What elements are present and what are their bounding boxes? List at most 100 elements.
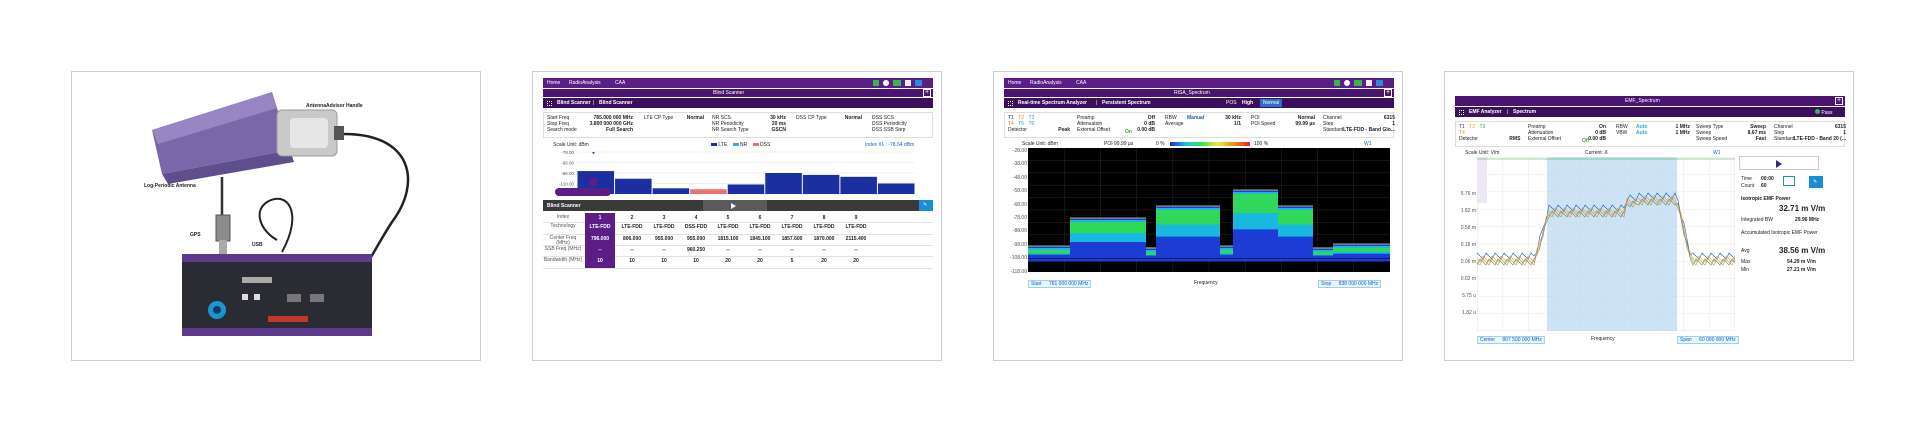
add-icon[interactable]: +	[923, 89, 931, 97]
param-row[interactable]: DSS CP Type Normal	[796, 115, 862, 121]
stop-freq-button[interactable]: Stop 838 000 000 MHz	[1318, 280, 1382, 288]
table-cell[interactable]: 20	[809, 256, 839, 268]
table-cell[interactable]: 955.000	[649, 234, 679, 245]
table-cell[interactable]: 10	[617, 256, 647, 268]
menu-grid-icon[interactable]	[1008, 101, 1013, 106]
detector-value[interactable]: RMS	[1509, 136, 1520, 142]
param-row[interactable]: External Offset 0.00 dB	[1528, 136, 1606, 142]
param-row[interactable]: NR Search Type GSCN	[712, 127, 786, 133]
param-row[interactable]: POI Speed 99.99 µs	[1251, 121, 1315, 127]
param-col-5[interactable]: DSS SCS DSS Periodicity DSS SSB Step	[872, 115, 928, 133]
breadcrumb-a[interactable]: Blind Scanner	[557, 100, 591, 106]
w1-marker[interactable]: W1	[1713, 150, 1721, 156]
marker-icon[interactable]	[592, 152, 596, 155]
menu-grid-icon[interactable]	[1459, 110, 1464, 115]
bar-3[interactable]	[652, 188, 690, 194]
table-cell[interactable]: LTE-FDD	[777, 222, 807, 234]
table-cell[interactable]: 1870.000	[809, 234, 839, 245]
table-cell[interactable]: 806.000	[617, 234, 647, 245]
display-icon[interactable]	[1783, 176, 1795, 186]
vbw-auto[interactable]: Auto	[1636, 130, 1647, 136]
bar-4[interactable]	[690, 189, 727, 194]
table-cell[interactable]: 6	[745, 213, 775, 222]
wrench-button[interactable]: ✎	[1809, 176, 1823, 188]
nav-home[interactable]: Home	[1008, 80, 1021, 86]
trace-t3[interactable]: T3	[1479, 124, 1485, 130]
table-cell[interactable]: DSS-FDD	[681, 222, 711, 234]
export-icon[interactable]	[589, 178, 597, 186]
rbw-mode[interactable]: Manual	[1187, 115, 1204, 121]
breadcrumb-b[interactable]: Spectrum	[1513, 109, 1536, 115]
param-col-4[interactable]: DSS CP Type Normal	[796, 115, 862, 121]
param-row[interactable]: VBW 1 MHz	[1616, 130, 1690, 136]
table-cell[interactable]: 10	[681, 256, 711, 268]
table-cell[interactable]: 1	[585, 213, 615, 222]
table-cell[interactable]: --	[585, 245, 615, 256]
nav-caa[interactable]: CAA	[1076, 80, 1086, 86]
bar-9[interactable]	[877, 183, 915, 195]
bar-6[interactable]	[765, 173, 802, 194]
table-cell[interactable]: 20	[745, 256, 775, 268]
breadcrumb-b[interactable]: Persistent Spectrum	[1102, 100, 1151, 106]
table-cell[interactable]: 20	[713, 256, 743, 268]
param-row[interactable]: Standard LTE-FDD - Band Glo...	[1323, 127, 1395, 133]
param-col-3[interactable]: Sweep Type Sweep Sweep 8.67 ms Sweep Speed Fa…	[1696, 124, 1766, 142]
breadcrumb-a[interactable]: EMF Analyzer	[1469, 109, 1502, 115]
param-row[interactable]: LTE CP Type Normal	[644, 115, 704, 121]
param-col-2[interactable]: RBW 1 MHz VBW 1 MHz	[1616, 124, 1690, 136]
param-row[interactable]: Sweep Speed Fast	[1696, 136, 1766, 142]
table-cell[interactable]: LTE-FDD	[617, 222, 647, 234]
table-cell[interactable]: 796.000	[585, 234, 615, 245]
w1-marker[interactable]: W1	[1364, 141, 1372, 147]
scroll-handle[interactable]	[555, 188, 611, 196]
external-offset-off[interactable]: Off	[1582, 138, 1589, 144]
table-cell[interactable]: 3	[649, 213, 679, 222]
table-cell[interactable]: 1845.100	[745, 234, 775, 245]
bar-5[interactable]	[727, 184, 765, 194]
wrench-button[interactable]: ✎	[919, 200, 933, 211]
detector-value[interactable]: Peak	[1058, 127, 1070, 133]
span-button[interactable]: Span 60 000 000 MHz	[1677, 336, 1739, 344]
table-cell[interactable]: LTE-FDD	[649, 222, 679, 234]
table-cell[interactable]: --	[745, 245, 775, 256]
table-cell[interactable]: 4	[681, 213, 711, 222]
table-cell[interactable]: 955.000	[681, 234, 711, 245]
param-col-3[interactable]: NR SCS 30 kHz NR Periodicity 20 ms NR Search…	[712, 115, 786, 133]
bar-8[interactable]	[840, 176, 877, 194]
table-cell[interactable]: --	[649, 245, 679, 256]
trace-selector[interactable]: T1 T2 T3 T4 T5 T6 Detector Peak	[1008, 115, 1070, 133]
table-cell[interactable]: 2	[617, 213, 647, 222]
bar-2[interactable]	[615, 178, 652, 194]
table-cell[interactable]: 20	[841, 256, 871, 268]
table-cell[interactable]: --	[777, 245, 807, 256]
add-icon[interactable]: +	[1835, 97, 1843, 105]
nav-home[interactable]: Home	[547, 80, 560, 86]
nav-caa[interactable]: CAA	[615, 80, 625, 86]
param-row[interactable]: Search mode Full Search	[547, 127, 633, 133]
trace-selector[interactable]: T1 T2 T3 T4 Detector RMS	[1459, 124, 1520, 142]
param-col-1[interactable]: Preamp On Attenuation 0 dB External Offset 0.…	[1528, 124, 1606, 142]
table-cell[interactable]: LTE-FDD	[585, 222, 615, 234]
table-cell[interactable]: LTE-FDD	[809, 222, 839, 234]
param-row[interactable]: DSS SSB Step	[872, 127, 928, 133]
breadcrumb-a[interactable]: Real-time Spectrum Analyzer	[1018, 100, 1087, 106]
table-cell[interactable]: 8	[809, 213, 839, 222]
param-row[interactable]: Standard LTE-FDD - Band 20 (...	[1774, 136, 1846, 142]
table-cell[interactable]: 1857.600	[777, 234, 807, 245]
external-offset-on[interactable]: On	[1125, 129, 1132, 135]
table-cell[interactable]: LTE-FDD	[745, 222, 775, 234]
add-icon[interactable]: +	[1384, 89, 1392, 97]
table-cell[interactable]: --	[617, 245, 647, 256]
table-cell[interactable]: 9	[841, 213, 871, 222]
nav-radio-analysis[interactable]: RadioAnalysis	[569, 80, 601, 86]
param-col-1[interactable]: Start Freq 785.000 000 MHz Stop Freq 3.800 …	[547, 115, 633, 133]
start-freq-button[interactable]: Start 761 000 000 MHz	[1028, 280, 1092, 288]
param-col-1[interactable]: Preamp Off Attenuation 0 dB External Offset 0…	[1077, 115, 1155, 133]
table-cell[interactable]: --	[809, 245, 839, 256]
param-row[interactable]: External Offset 0.00 dB	[1077, 127, 1155, 133]
table-cell[interactable]: 10	[585, 256, 615, 268]
table-cell[interactable]: 1815.100	[713, 234, 743, 245]
normal-button[interactable]: Normal	[1260, 99, 1283, 107]
tools-icon[interactable]	[905, 80, 911, 86]
play-button[interactable]	[703, 200, 767, 211]
